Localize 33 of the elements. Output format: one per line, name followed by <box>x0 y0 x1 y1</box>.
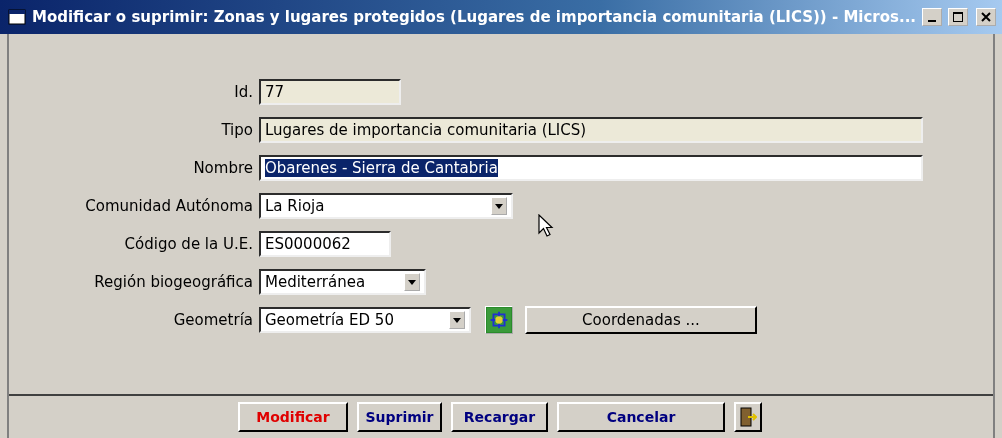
window-icon <box>8 8 26 26</box>
dropdown[interactable]: La Rioja <box>259 193 513 219</box>
close-icon <box>980 11 992 23</box>
input-field[interactable]: 77 <box>259 79 401 105</box>
input-field[interactable]: Lugares de importancia comunitaria (LICS) <box>259 117 923 143</box>
minimize-icon <box>928 20 936 22</box>
dropdown[interactable]: Mediterránea <box>259 269 426 295</box>
maximize-icon <box>952 11 964 23</box>
input-field[interactable]: Obarenes - Sierra de Cantabria <box>259 155 923 181</box>
caret-icon <box>408 279 416 285</box>
door-icon <box>739 407 757 427</box>
caret-icon <box>495 203 503 209</box>
close-button[interactable] <box>976 8 996 26</box>
exit-button[interactable] <box>734 402 762 432</box>
dialog-button[interactable]: Cancelar <box>557 402 725 432</box>
field-label: Código de la U.E. <box>123 235 254 253</box>
field-label: Región biogeográfica <box>93 273 254 291</box>
grid-icon[interactable] <box>485 306 513 334</box>
minimize-button[interactable] <box>922 8 942 26</box>
field-label: Id. <box>233 83 254 101</box>
dialog-button[interactable]: Suprimir <box>357 402 442 432</box>
input-field[interactable]: ES0000062 <box>259 231 391 257</box>
dialog-button[interactable]: Recargar <box>451 402 548 432</box>
field-label: Tipo <box>220 121 254 139</box>
field-label: Comunidad Autónoma <box>84 197 254 215</box>
dropdown[interactable]: Geometría ED 50 <box>259 307 471 333</box>
coordinates-button[interactable]: Coordenadas ... <box>525 306 757 334</box>
caret-icon <box>453 317 461 323</box>
mouse-pointer-icon <box>538 214 554 238</box>
field-label: Geometría <box>172 311 254 329</box>
maximize-button[interactable] <box>948 8 968 26</box>
field-label: Nombre <box>192 159 254 177</box>
window-title: Modificar o suprimir: Zonas y lugares protegidos (Lugares de importancia comunitaria (LICS)) - Micros... <box>32 8 916 26</box>
